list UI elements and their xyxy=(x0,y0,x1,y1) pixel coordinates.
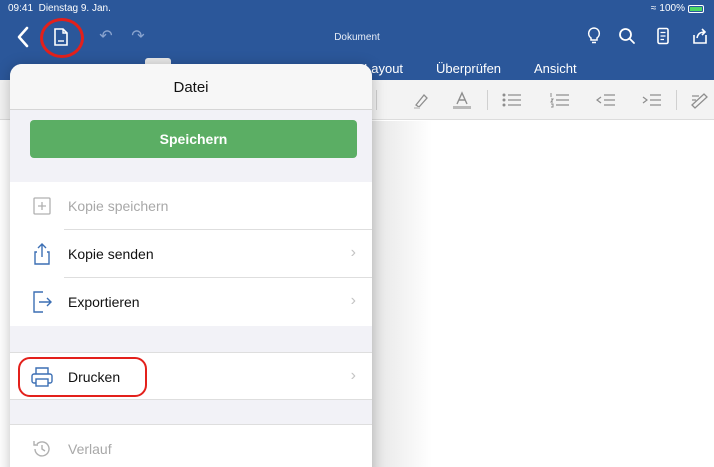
menu-group-history: Verlauf xyxy=(10,424,372,467)
menu-item-kopie-senden[interactable]: Kopie senden › xyxy=(10,230,372,278)
menu-item-kopie-speichern: Kopie speichern xyxy=(10,182,372,230)
tab-ansicht[interactable]: Ansicht xyxy=(534,61,577,76)
menu-group-copy: Kopie speichern Kopie senden › Exportier… xyxy=(10,182,372,326)
share-icon[interactable] xyxy=(690,27,710,45)
undo-icon[interactable]: ↶ xyxy=(96,26,116,46)
lightbulb-icon[interactable] xyxy=(586,27,602,45)
battery-icon xyxy=(688,4,704,13)
ribbon-separator xyxy=(376,90,377,110)
wifi-icon: ≈ xyxy=(650,3,657,14)
highlighter-icon[interactable] xyxy=(410,90,432,110)
chevron-right-icon: › xyxy=(350,292,356,309)
page-shadow xyxy=(372,121,432,467)
back-icon[interactable] xyxy=(14,26,32,48)
tab-ueberpruefen[interactable]: Überprüfen xyxy=(436,61,501,76)
status-time: 09:41 Dienstag 9. Jan. xyxy=(8,3,111,14)
ribbon-separator xyxy=(487,90,488,110)
reading-mode-icon[interactable] xyxy=(655,27,671,45)
share-icon xyxy=(30,242,54,266)
increase-indent-icon[interactable] xyxy=(640,90,664,110)
menu-item-label: Kopie speichern xyxy=(68,198,169,214)
ribbon-separator xyxy=(676,90,677,110)
print-highlight-outline xyxy=(18,357,147,397)
numbered-list-icon[interactable] xyxy=(548,90,572,110)
status-battery: ≈ 100% xyxy=(651,3,704,14)
chevron-right-icon: › xyxy=(350,367,356,384)
export-icon xyxy=(30,290,54,314)
file-menu-popover: Datei Speichern Kopie speichern Kopie se… xyxy=(10,64,372,467)
popover-title: Datei xyxy=(173,79,209,96)
menu-item-label: Verlauf xyxy=(68,441,112,457)
menu-item-label: Exportieren xyxy=(68,294,140,310)
decrease-indent-icon[interactable] xyxy=(594,90,618,110)
font-color-icon[interactable] xyxy=(450,90,474,110)
popover-header: Datei xyxy=(10,64,372,110)
search-icon[interactable] xyxy=(618,27,636,45)
save-button[interactable]: Speichern xyxy=(30,120,357,158)
menu-item-verlauf: Verlauf xyxy=(10,425,372,467)
chevron-right-icon: › xyxy=(350,244,356,261)
history-icon xyxy=(30,437,54,461)
redo-icon[interactable]: ↷ xyxy=(128,26,148,46)
format-painter-icon[interactable] xyxy=(688,90,712,110)
menu-item-label: Kopie senden xyxy=(68,246,154,262)
menu-item-exportieren[interactable]: Exportieren › xyxy=(10,278,372,326)
bullet-list-icon[interactable] xyxy=(500,90,524,110)
word-screen: 09:41 Dienstag 9. Jan. ≈ 100% Dokument ↶… xyxy=(0,0,714,467)
add-copy-icon xyxy=(30,194,54,218)
file-menu-highlight-circle xyxy=(40,18,84,58)
